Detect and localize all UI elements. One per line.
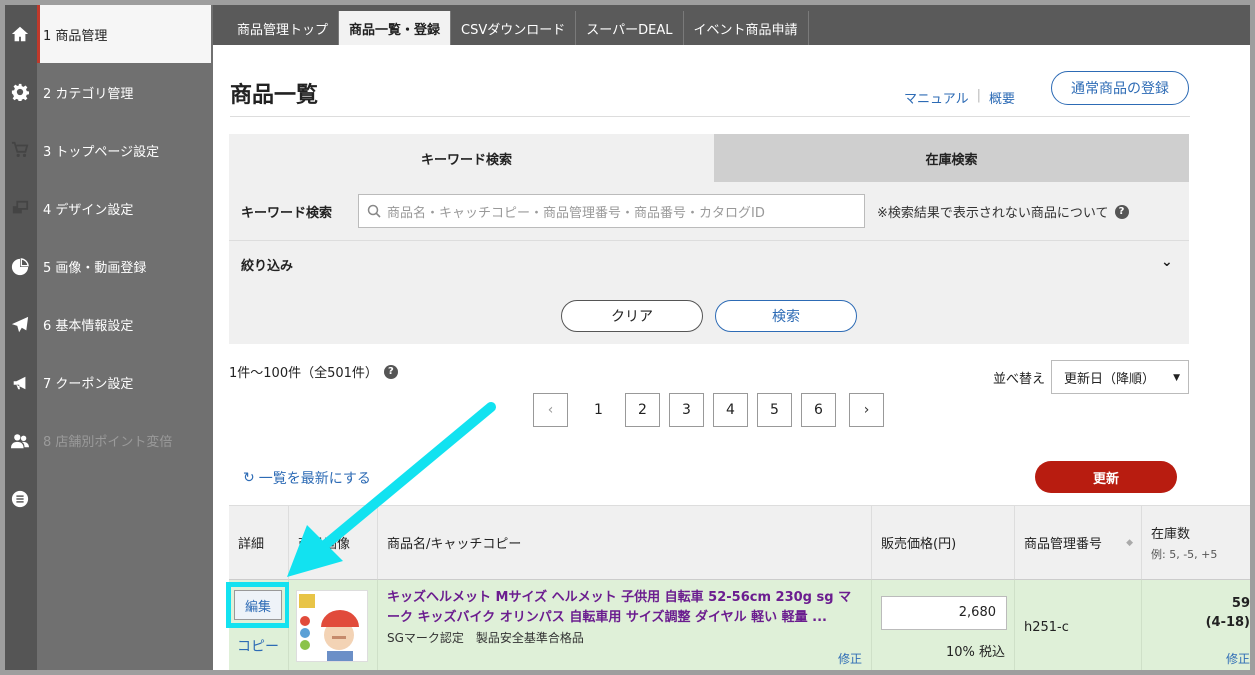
tab-event-application[interactable]: イベント商品申請	[684, 11, 809, 45]
cell-mgmt-no: h251-c	[1015, 579, 1142, 670]
tab-super-deal[interactable]: スーパーDEAL	[576, 11, 684, 45]
page-4[interactable]: 4	[713, 393, 748, 427]
highlight-box	[226, 582, 290, 628]
overview-link[interactable]: 概要	[989, 88, 1015, 107]
stock-range: (4-18)	[1205, 615, 1250, 630]
search-note-text: ※検索結果で表示されない商品について	[877, 206, 1109, 221]
help-links: マニュアル | 概要	[904, 88, 1015, 107]
cell-stock: 59 (4-18) 修正	[1142, 579, 1250, 670]
list-icon[interactable]	[9, 488, 31, 510]
stock-fix-link[interactable]: 修正	[1226, 650, 1250, 667]
sort-select[interactable]: 更新日（降順） ▼	[1051, 360, 1189, 394]
header-price[interactable]: 販売価格(円)	[872, 505, 1015, 579]
tab-product-top[interactable]: 商品管理トップ	[227, 11, 340, 45]
icon-sidebar	[5, 5, 37, 670]
home-icon[interactable]	[9, 23, 31, 45]
stock-count: 59	[1231, 596, 1250, 611]
register-product-button[interactable]: 通常商品の登録	[1051, 71, 1189, 105]
next-page-button[interactable]: ›	[849, 393, 884, 427]
users-icon[interactable]	[9, 430, 31, 452]
page-5[interactable]: 5	[757, 393, 792, 427]
page-6[interactable]: 6	[801, 393, 836, 427]
sidebar-item-basic-info[interactable]: 6 基本情報設定	[37, 295, 213, 353]
narrow-down-label[interactable]: 絞り込み	[241, 255, 293, 274]
update-button[interactable]: 更新	[1035, 461, 1177, 493]
refresh-icon: ↻	[243, 470, 255, 486]
pagination: ‹ 1 2 3 4 5 6 ›	[533, 393, 884, 427]
side-menu: 1 商品管理 2 カテゴリ管理 3 トップページ設定 4 デザイン設定 5 画像…	[37, 5, 213, 670]
sort-select-value: 更新日（降順）	[1064, 371, 1156, 387]
sidebar-item-category[interactable]: 2 カテゴリ管理	[37, 63, 213, 121]
copy-link[interactable]: コピー	[237, 636, 279, 656]
keyword-label: キーワード検索	[241, 206, 333, 221]
tab-stock-search[interactable]: 在庫検索	[714, 134, 1189, 182]
tax-label: 10% 税込	[945, 645, 1005, 660]
price-input[interactable]: 2,680	[881, 596, 1007, 630]
result-count-text: 1件～100件（全501件）	[229, 366, 378, 381]
header-mgmt-no-label: 商品管理番号	[1024, 537, 1103, 552]
keyword-placeholder: 商品名・キャッチコピー・商品管理番号・商品番号・カタログID	[387, 205, 765, 221]
header-stock-label: 在庫数	[1151, 527, 1191, 542]
result-count: 1件～100件（全501件） ?	[229, 362, 398, 381]
header-detail: 詳細	[229, 505, 289, 579]
title-divider	[230, 116, 1190, 117]
main-content: 商品一覧 マニュアル | 概要 通常商品の登録 キーワード検索 在庫検索 キーワ…	[213, 45, 1250, 670]
help-icon[interactable]: ?	[383, 364, 398, 379]
mgmt-number: h251-c	[1024, 620, 1069, 635]
megaphone-icon[interactable]	[9, 372, 31, 394]
sidebar-item-design[interactable]: 4 デザイン設定	[37, 179, 213, 237]
page-1: 1	[581, 393, 616, 427]
paper-plane-icon[interactable]	[9, 314, 31, 336]
cell-image	[289, 579, 378, 670]
search-icon	[367, 204, 381, 218]
tab-keyword-search[interactable]: キーワード検索	[229, 134, 704, 182]
app-window: 1 商品管理 2 カテゴリ管理 3 トップページ設定 4 デザイン設定 5 画像…	[0, 0, 1255, 675]
header-name: 商品名/キャッチコピー	[378, 505, 872, 579]
header-image: 商品画像	[289, 505, 378, 579]
gear-icon[interactable]	[9, 81, 31, 103]
product-name-link[interactable]: キッズヘルメット Mサイズ ヘルメット 子供用 自転車 52-56cm 230g…	[387, 588, 862, 628]
manual-link[interactable]: マニュアル	[904, 88, 969, 107]
search-note[interactable]: ※検索結果で表示されない商品について ?	[877, 202, 1129, 221]
sort-label: 並べ替え	[993, 372, 1046, 387]
cell-detail: 編集 コピー	[226, 579, 290, 670]
caret-down-icon: ▼	[1173, 373, 1180, 383]
sidebar-item-points: 8 店舗別ポイント変倍	[43, 434, 173, 450]
link-separator: |	[976, 88, 982, 103]
page-3[interactable]: 3	[669, 393, 704, 427]
search-button[interactable]: 検索	[715, 300, 857, 332]
sidebar-item-images[interactable]: 5 画像・動画登録	[37, 237, 213, 295]
cart-icon[interactable]	[9, 139, 31, 161]
helmet-kid-image	[297, 591, 367, 661]
cell-name: キッズヘルメット Mサイズ ヘルメット 子供用 自転車 52-56cm 230g…	[378, 579, 872, 670]
refresh-list-link[interactable]: ↻ 一覧を最新にする	[243, 468, 371, 488]
name-fix-link[interactable]: 修正	[838, 650, 862, 667]
help-icon[interactable]: ?	[1114, 204, 1129, 219]
layers-icon[interactable]	[9, 197, 31, 219]
page-2[interactable]: 2	[625, 393, 660, 427]
product-thumbnail[interactable]	[296, 590, 368, 662]
cell-price: 2,680 10% 税込	[872, 579, 1015, 670]
prev-page-button[interactable]: ‹	[533, 393, 568, 427]
search-divider	[229, 240, 1189, 241]
sidebar-item-coupon[interactable]: 7 クーポン設定	[37, 353, 213, 411]
header-stock: 在庫数 例: 5, -5, +5	[1142, 505, 1250, 579]
catch-copy: SGマーク認定 製品安全基準合格品	[387, 631, 584, 645]
chevron-down-icon[interactable]: ⌄	[1161, 254, 1173, 270]
tab-csv-download[interactable]: CSVダウンロード	[451, 11, 577, 45]
sort-icon[interactable]: ◆	[1126, 538, 1133, 548]
search-panel: キーワード検索 在庫検索 キーワード検索 商品名・キャッチコピー・商品管理番号・…	[229, 134, 1189, 344]
keyword-search-input[interactable]: 商品名・キャッチコピー・商品管理番号・商品番号・カタログID	[358, 194, 865, 228]
header-stock-hint: 例: 5, -5, +5	[1151, 548, 1218, 561]
refresh-list-text: 一覧を最新にする	[258, 471, 371, 487]
top-tab-bar: 商品管理トップ 商品一覧・登録 CSVダウンロード スーパーDEAL イベント商…	[213, 5, 1250, 45]
pie-chart-icon[interactable]	[9, 256, 31, 278]
sidebar-item-toppage[interactable]: 3 トップページ設定	[37, 121, 213, 179]
tab-product-list[interactable]: 商品一覧・登録	[339, 11, 452, 45]
sidebar-item-product[interactable]: 1 商品管理	[37, 5, 211, 63]
header-mgmt-no[interactable]: 商品管理番号 ◆	[1015, 505, 1142, 579]
page-title: 商品一覧	[230, 83, 319, 108]
clear-button[interactable]: クリア	[561, 300, 703, 332]
